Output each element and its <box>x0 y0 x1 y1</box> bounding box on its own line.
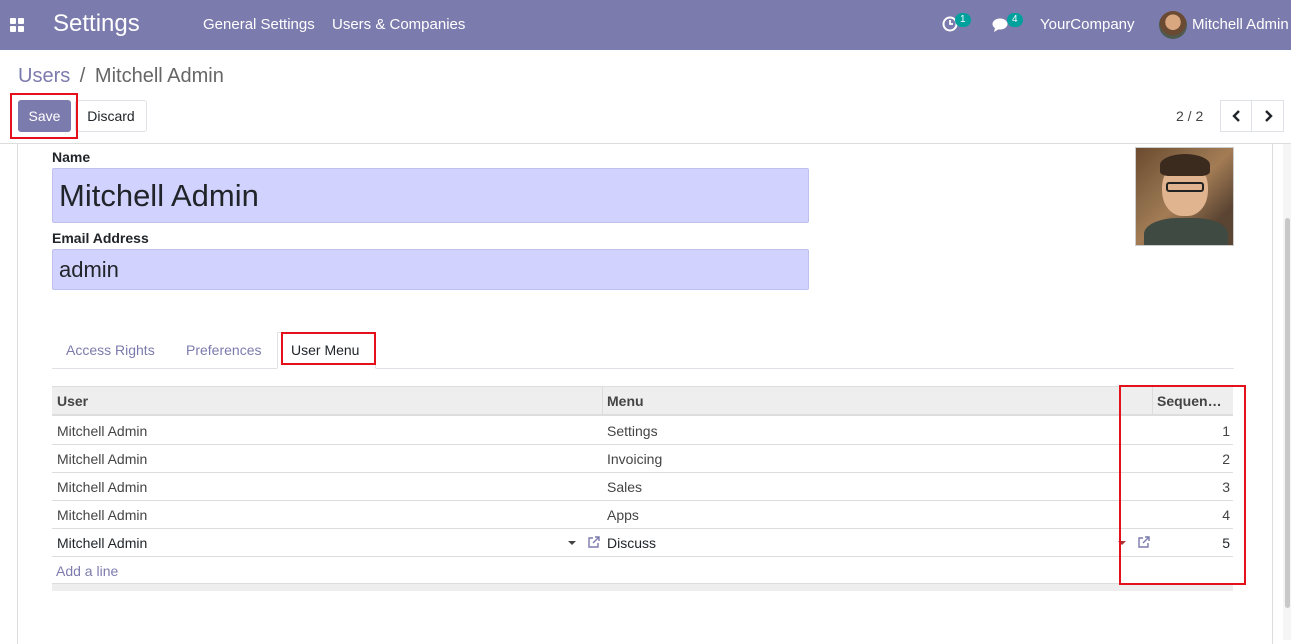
row-user-cell: Mitchell Admin <box>57 479 148 495</box>
row-menu-cell: Sales <box>607 479 643 495</box>
discard-button[interactable]: Discard <box>75 100 147 132</box>
row-menu-input[interactable]: Discuss <box>607 535 656 551</box>
activity-badge: 1 <box>955 13 971 27</box>
sequence-column-highlight-box <box>1119 385 1246 585</box>
top-navbar: Settings General Settings Users & Compan… <box>0 0 1291 50</box>
breadcrumb-users-link[interactable]: Users <box>18 65 70 87</box>
messages-badge: 4 <box>1007 13 1023 27</box>
add-line-link[interactable]: Add a line <box>56 563 118 579</box>
name-field[interactable]: Mitchell Admin <box>52 168 809 223</box>
save-highlight-box <box>10 93 78 139</box>
row-user-input[interactable]: Mitchell Admin <box>57 535 147 551</box>
user-menu-tab-highlight-box <box>281 332 376 365</box>
pager-next-button[interactable] <box>1251 100 1284 132</box>
table-row[interactable] <box>52 501 1233 529</box>
user-avatar[interactable] <box>1159 11 1187 39</box>
apps-grid-icon[interactable] <box>10 18 24 32</box>
chevron-right-icon <box>1264 110 1273 122</box>
table-row[interactable] <box>52 473 1233 501</box>
company-switcher[interactable]: YourCompany <box>1040 16 1135 33</box>
caret-down-icon[interactable] <box>568 541 576 545</box>
user-photo[interactable] <box>1135 147 1234 246</box>
column-divider <box>602 386 603 416</box>
email-label: Email Address <box>52 230 149 246</box>
app-title: Settings <box>53 10 140 37</box>
row-user-cell: Mitchell Admin <box>57 423 148 439</box>
table-footer <box>52 583 1233 591</box>
user-menu[interactable]: Mitchell Admin <box>1192 16 1289 33</box>
breadcrumb: Users / Mitchell Admin <box>18 65 224 88</box>
pager-value: 2 / 2 <box>1176 108 1204 124</box>
row-menu-cell: Invoicing <box>607 451 663 467</box>
tab-preferences[interactable]: Preferences <box>186 342 261 358</box>
scrollbar-thumb[interactable] <box>1285 218 1290 608</box>
breadcrumb-current: Mitchell Admin <box>94 65 224 87</box>
column-header-user[interactable]: User <box>57 393 88 409</box>
menu-users-companies[interactable]: Users & Companies <box>332 16 465 33</box>
menu-general-settings[interactable]: General Settings <box>203 16 315 33</box>
tab-access-rights[interactable]: Access Rights <box>66 342 155 358</box>
breadcrumb-separator: / <box>79 65 86 87</box>
email-field[interactable]: admin <box>52 249 809 290</box>
tabs-divider <box>52 368 1234 369</box>
external-link-icon[interactable] <box>587 536 600 549</box>
row-menu-cell: Apps <box>607 507 639 523</box>
row-user-cell: Mitchell Admin <box>57 507 148 523</box>
pager-previous-button[interactable] <box>1220 100 1253 132</box>
name-label: Name <box>52 149 91 165</box>
column-header-menu[interactable]: Menu <box>607 393 644 409</box>
row-menu-cell: Settings <box>607 423 658 439</box>
chevron-left-icon <box>1231 110 1240 122</box>
row-user-cell: Mitchell Admin <box>57 451 148 467</box>
